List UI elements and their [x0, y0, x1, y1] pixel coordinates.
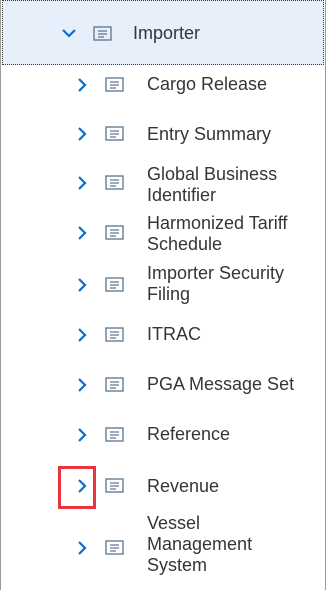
chevron-right-icon[interactable]: [74, 277, 90, 293]
tree-item-label: Vessel Management System: [147, 513, 253, 575]
tree-root-importer[interactable]: Importer: [2, 0, 324, 65]
tree-item-label: Revenue: [147, 476, 220, 496]
tree-item-label: Harmonized Tariff Schedule: [147, 213, 288, 254]
chevron-right-icon[interactable]: [74, 327, 90, 343]
chevron-right-icon[interactable]: [74, 427, 90, 443]
tree-item-label: ITRAC: [147, 324, 201, 344]
folder-node-icon: [105, 327, 124, 342]
chevron-right-icon[interactable]: [74, 377, 90, 393]
chevron-down-icon[interactable]: [61, 25, 77, 41]
tree-item-revenue[interactable]: Revenue: [2, 463, 324, 508]
tree-item-label: Global Business Identifier: [147, 164, 278, 205]
chevron-right-icon[interactable]: [74, 225, 90, 241]
tree-item-entry-summary[interactable]: Entry Summary: [2, 112, 324, 157]
tree-item-itrac[interactable]: ITRAC: [2, 312, 324, 357]
tree-panel: Importer Cargo Release Entry Summary Glo…: [0, 0, 326, 590]
folder-node-icon: [93, 26, 112, 41]
chevron-right-icon[interactable]: [74, 540, 90, 556]
tree-item-label: Importer Security Filing: [147, 263, 285, 304]
tree-item-label: Entry Summary: [147, 124, 272, 144]
chevron-right-icon[interactable]: [74, 126, 90, 142]
tree-item-label: Cargo Release: [147, 74, 268, 94]
tree-item-harmonized-tariff-schedule[interactable]: Harmonized Tariff Schedule: [2, 210, 324, 260]
folder-node-icon: [105, 126, 124, 141]
tree-item-pga-message-set[interactable]: PGA Message Set: [2, 362, 324, 407]
folder-node-icon: [105, 427, 124, 442]
chevron-right-icon[interactable]: [74, 175, 90, 191]
tree-item-label: PGA Message Set: [147, 374, 295, 394]
folder-node-icon: [105, 77, 124, 92]
folder-node-icon: [105, 478, 124, 493]
folder-node-icon: [105, 225, 124, 240]
tree-item-reference[interactable]: Reference: [2, 412, 324, 457]
folder-node-icon: [105, 540, 124, 555]
chevron-right-icon[interactable]: [74, 77, 90, 93]
highlight-box: [58, 466, 96, 509]
folder-node-icon: [105, 277, 124, 292]
tree-root-label: Importer: [133, 23, 201, 43]
tree-item-importer-security-filing[interactable]: Importer Security Filing: [2, 260, 324, 310]
folder-node-icon: [105, 377, 124, 392]
tree-item-global-business-identifier[interactable]: Global Business Identifier: [2, 160, 324, 210]
folder-node-icon: [105, 175, 124, 190]
tree-item-vessel-management-system[interactable]: Vessel Management System: [2, 510, 324, 588]
tree-item-label: Reference: [147, 424, 231, 444]
tree-item-cargo-release[interactable]: Cargo Release: [2, 65, 324, 110]
